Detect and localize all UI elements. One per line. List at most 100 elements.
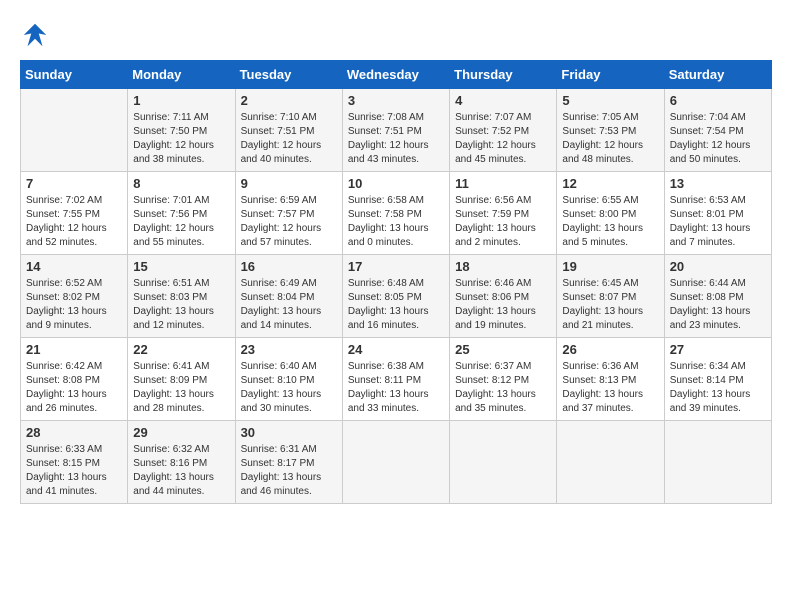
calendar-body: 1 Sunrise: 7:11 AM Sunset: 7:50 PM Daylig… — [21, 89, 772, 504]
calendar-day-cell: 11 Sunrise: 6:56 AM Sunset: 7:59 PM Dayli… — [450, 172, 557, 255]
day-number: 22 — [133, 342, 229, 357]
day-info: Sunrise: 6:42 AM Sunset: 8:08 PM Dayligh… — [26, 360, 122, 416]
calendar-day-cell: 15 Sunrise: 6:51 AM Sunset: 8:03 PM Dayli… — [128, 255, 235, 338]
day-info: Sunrise: 6:40 AM Sunset: 8:10 PM Dayligh… — [241, 360, 337, 416]
calendar-day-cell: 19 Sunrise: 6:45 AM Sunset: 8:07 PM Dayli… — [557, 255, 664, 338]
calendar-week-row: 21 Sunrise: 6:42 AM Sunset: 8:08 PM Dayli… — [21, 338, 772, 421]
day-info: Sunrise: 7:02 AM Sunset: 7:55 PM Dayligh… — [26, 194, 122, 250]
day-info: Sunrise: 6:46 AM Sunset: 8:06 PM Dayligh… — [455, 277, 551, 333]
calendar-day-cell: 6 Sunrise: 7:04 AM Sunset: 7:54 PM Daylig… — [664, 89, 771, 172]
calendar-day-cell: 27Sunrise: 6:34 AM Sunset: 8:14 PM Dayli… — [664, 338, 771, 421]
day-number: 12 — [562, 176, 658, 191]
day-info: Sunrise: 6:59 AM Sunset: 7:57 PM Dayligh… — [241, 194, 337, 250]
day-info: Sunrise: 7:10 AM Sunset: 7:51 PM Dayligh… — [241, 111, 337, 167]
calendar-week-row: 7Sunrise: 7:02 AM Sunset: 7:55 PM Daylig… — [21, 172, 772, 255]
day-info: Sunrise: 6:49 AM Sunset: 8:04 PM Dayligh… — [241, 277, 337, 333]
day-number: 9 — [241, 176, 337, 191]
calendar-week-row: 1 Sunrise: 7:11 AM Sunset: 7:50 PM Daylig… — [21, 89, 772, 172]
calendar-day-cell: 16 Sunrise: 6:49 AM Sunset: 8:04 PM Dayli… — [235, 255, 342, 338]
day-number: 2 — [241, 93, 337, 108]
calendar-header-cell: Tuesday — [235, 61, 342, 89]
day-info: Sunrise: 6:51 AM Sunset: 8:03 PM Dayligh… — [133, 277, 229, 333]
calendar-day-cell: 9 Sunrise: 6:59 AM Sunset: 7:57 PM Daylig… — [235, 172, 342, 255]
day-number: 19 — [562, 259, 658, 274]
logo-bird-icon — [20, 20, 50, 50]
day-number: 21 — [26, 342, 122, 357]
day-info: Sunrise: 6:56 AM Sunset: 7:59 PM Dayligh… — [455, 194, 551, 250]
calendar-day-cell: 23 Sunrise: 6:40 AM Sunset: 8:10 PM Dayli… — [235, 338, 342, 421]
day-number: 14 — [26, 259, 122, 274]
day-number: 27 — [670, 342, 766, 357]
calendar-day-cell — [557, 421, 664, 504]
day-number: 16 — [241, 259, 337, 274]
header — [20, 20, 772, 50]
calendar-day-cell: 10Sunrise: 6:58 AM Sunset: 7:58 PM Dayli… — [342, 172, 449, 255]
calendar-day-cell — [450, 421, 557, 504]
calendar-header-cell: Monday — [128, 61, 235, 89]
logo — [20, 20, 54, 50]
calendar-header-cell: Friday — [557, 61, 664, 89]
calendar-day-cell: 13 Sunrise: 6:53 AM Sunset: 8:01 PM Dayli… — [664, 172, 771, 255]
day-info: Sunrise: 6:58 AM Sunset: 7:58 PM Dayligh… — [348, 194, 444, 250]
day-number: 13 — [670, 176, 766, 191]
calendar-header-cell: Sunday — [21, 61, 128, 89]
calendar-day-cell: 1 Sunrise: 7:11 AM Sunset: 7:50 PM Daylig… — [128, 89, 235, 172]
day-info: Sunrise: 7:11 AM Sunset: 7:50 PM Dayligh… — [133, 111, 229, 167]
day-number: 30 — [241, 425, 337, 440]
calendar-day-cell: 5Sunrise: 7:05 AM Sunset: 7:53 PM Daylig… — [557, 89, 664, 172]
day-info: Sunrise: 7:05 AM Sunset: 7:53 PM Dayligh… — [562, 111, 658, 167]
day-number: 18 — [455, 259, 551, 274]
calendar-day-cell: 8Sunrise: 7:01 AM Sunset: 7:56 PM Daylig… — [128, 172, 235, 255]
day-number: 23 — [241, 342, 337, 357]
day-info: Sunrise: 6:53 AM Sunset: 8:01 PM Dayligh… — [670, 194, 766, 250]
day-info: Sunrise: 6:36 AM Sunset: 8:13 PM Dayligh… — [562, 360, 658, 416]
calendar-header-cell: Saturday — [664, 61, 771, 89]
day-number: 24 — [348, 342, 444, 357]
calendar-day-cell: 20 Sunrise: 6:44 AM Sunset: 8:08 PM Dayli… — [664, 255, 771, 338]
calendar-day-cell: 18 Sunrise: 6:46 AM Sunset: 8:06 PM Dayli… — [450, 255, 557, 338]
day-number: 3 — [348, 93, 444, 108]
day-number: 28 — [26, 425, 122, 440]
calendar-day-cell: 24 Sunrise: 6:38 AM Sunset: 8:11 PM Dayli… — [342, 338, 449, 421]
day-info: Sunrise: 7:08 AM Sunset: 7:51 PM Dayligh… — [348, 111, 444, 167]
calendar-day-cell: 22 Sunrise: 6:41 AM Sunset: 8:09 PM Dayli… — [128, 338, 235, 421]
day-number: 26 — [562, 342, 658, 357]
day-info: Sunrise: 7:07 AM Sunset: 7:52 PM Dayligh… — [455, 111, 551, 167]
day-info: Sunrise: 7:04 AM Sunset: 7:54 PM Dayligh… — [670, 111, 766, 167]
calendar-day-cell: 26 Sunrise: 6:36 AM Sunset: 8:13 PM Dayli… — [557, 338, 664, 421]
day-info: Sunrise: 6:41 AM Sunset: 8:09 PM Dayligh… — [133, 360, 229, 416]
calendar-day-cell: 29 Sunrise: 6:32 AM Sunset: 8:16 PM Dayli… — [128, 421, 235, 504]
day-number: 1 — [133, 93, 229, 108]
day-info: Sunrise: 6:37 AM Sunset: 8:12 PM Dayligh… — [455, 360, 551, 416]
day-number: 11 — [455, 176, 551, 191]
calendar-day-cell: 14 Sunrise: 6:52 AM Sunset: 8:02 PM Dayli… — [21, 255, 128, 338]
calendar-day-cell: 3 Sunrise: 7:08 AM Sunset: 7:51 PM Daylig… — [342, 89, 449, 172]
day-info: Sunrise: 6:38 AM Sunset: 8:11 PM Dayligh… — [348, 360, 444, 416]
day-number: 6 — [670, 93, 766, 108]
calendar-day-cell — [21, 89, 128, 172]
calendar-day-cell: 17 Sunrise: 6:48 AM Sunset: 8:05 PM Dayli… — [342, 255, 449, 338]
day-info: Sunrise: 6:45 AM Sunset: 8:07 PM Dayligh… — [562, 277, 658, 333]
day-number: 4 — [455, 93, 551, 108]
day-number: 17 — [348, 259, 444, 274]
calendar-day-cell: 2 Sunrise: 7:10 AM Sunset: 7:51 PM Daylig… — [235, 89, 342, 172]
calendar-header-cell: Wednesday — [342, 61, 449, 89]
calendar-day-cell: 28Sunrise: 6:33 AM Sunset: 8:15 PM Dayli… — [21, 421, 128, 504]
calendar-week-row: 14 Sunrise: 6:52 AM Sunset: 8:02 PM Dayli… — [21, 255, 772, 338]
day-number: 20 — [670, 259, 766, 274]
day-info: Sunrise: 6:44 AM Sunset: 8:08 PM Dayligh… — [670, 277, 766, 333]
calendar-day-cell: 25 Sunrise: 6:37 AM Sunset: 8:12 PM Dayli… — [450, 338, 557, 421]
calendar-day-cell: 4 Sunrise: 7:07 AM Sunset: 7:52 PM Daylig… — [450, 89, 557, 172]
day-info: Sunrise: 6:52 AM Sunset: 8:02 PM Dayligh… — [26, 277, 122, 333]
day-info: Sunrise: 6:55 AM Sunset: 8:00 PM Dayligh… — [562, 194, 658, 250]
day-number: 29 — [133, 425, 229, 440]
calendar-day-cell: 30Sunrise: 6:31 AM Sunset: 8:17 PM Dayli… — [235, 421, 342, 504]
day-info: Sunrise: 6:48 AM Sunset: 8:05 PM Dayligh… — [348, 277, 444, 333]
calendar-header-row: SundayMondayTuesdayWednesdayThursdayFrid… — [21, 61, 772, 89]
day-number: 15 — [133, 259, 229, 274]
calendar-header-cell: Thursday — [450, 61, 557, 89]
calendar-week-row: 28Sunrise: 6:33 AM Sunset: 8:15 PM Dayli… — [21, 421, 772, 504]
day-info: Sunrise: 7:01 AM Sunset: 7:56 PM Dayligh… — [133, 194, 229, 250]
day-info: Sunrise: 6:32 AM Sunset: 8:16 PM Dayligh… — [133, 443, 229, 499]
day-number: 25 — [455, 342, 551, 357]
